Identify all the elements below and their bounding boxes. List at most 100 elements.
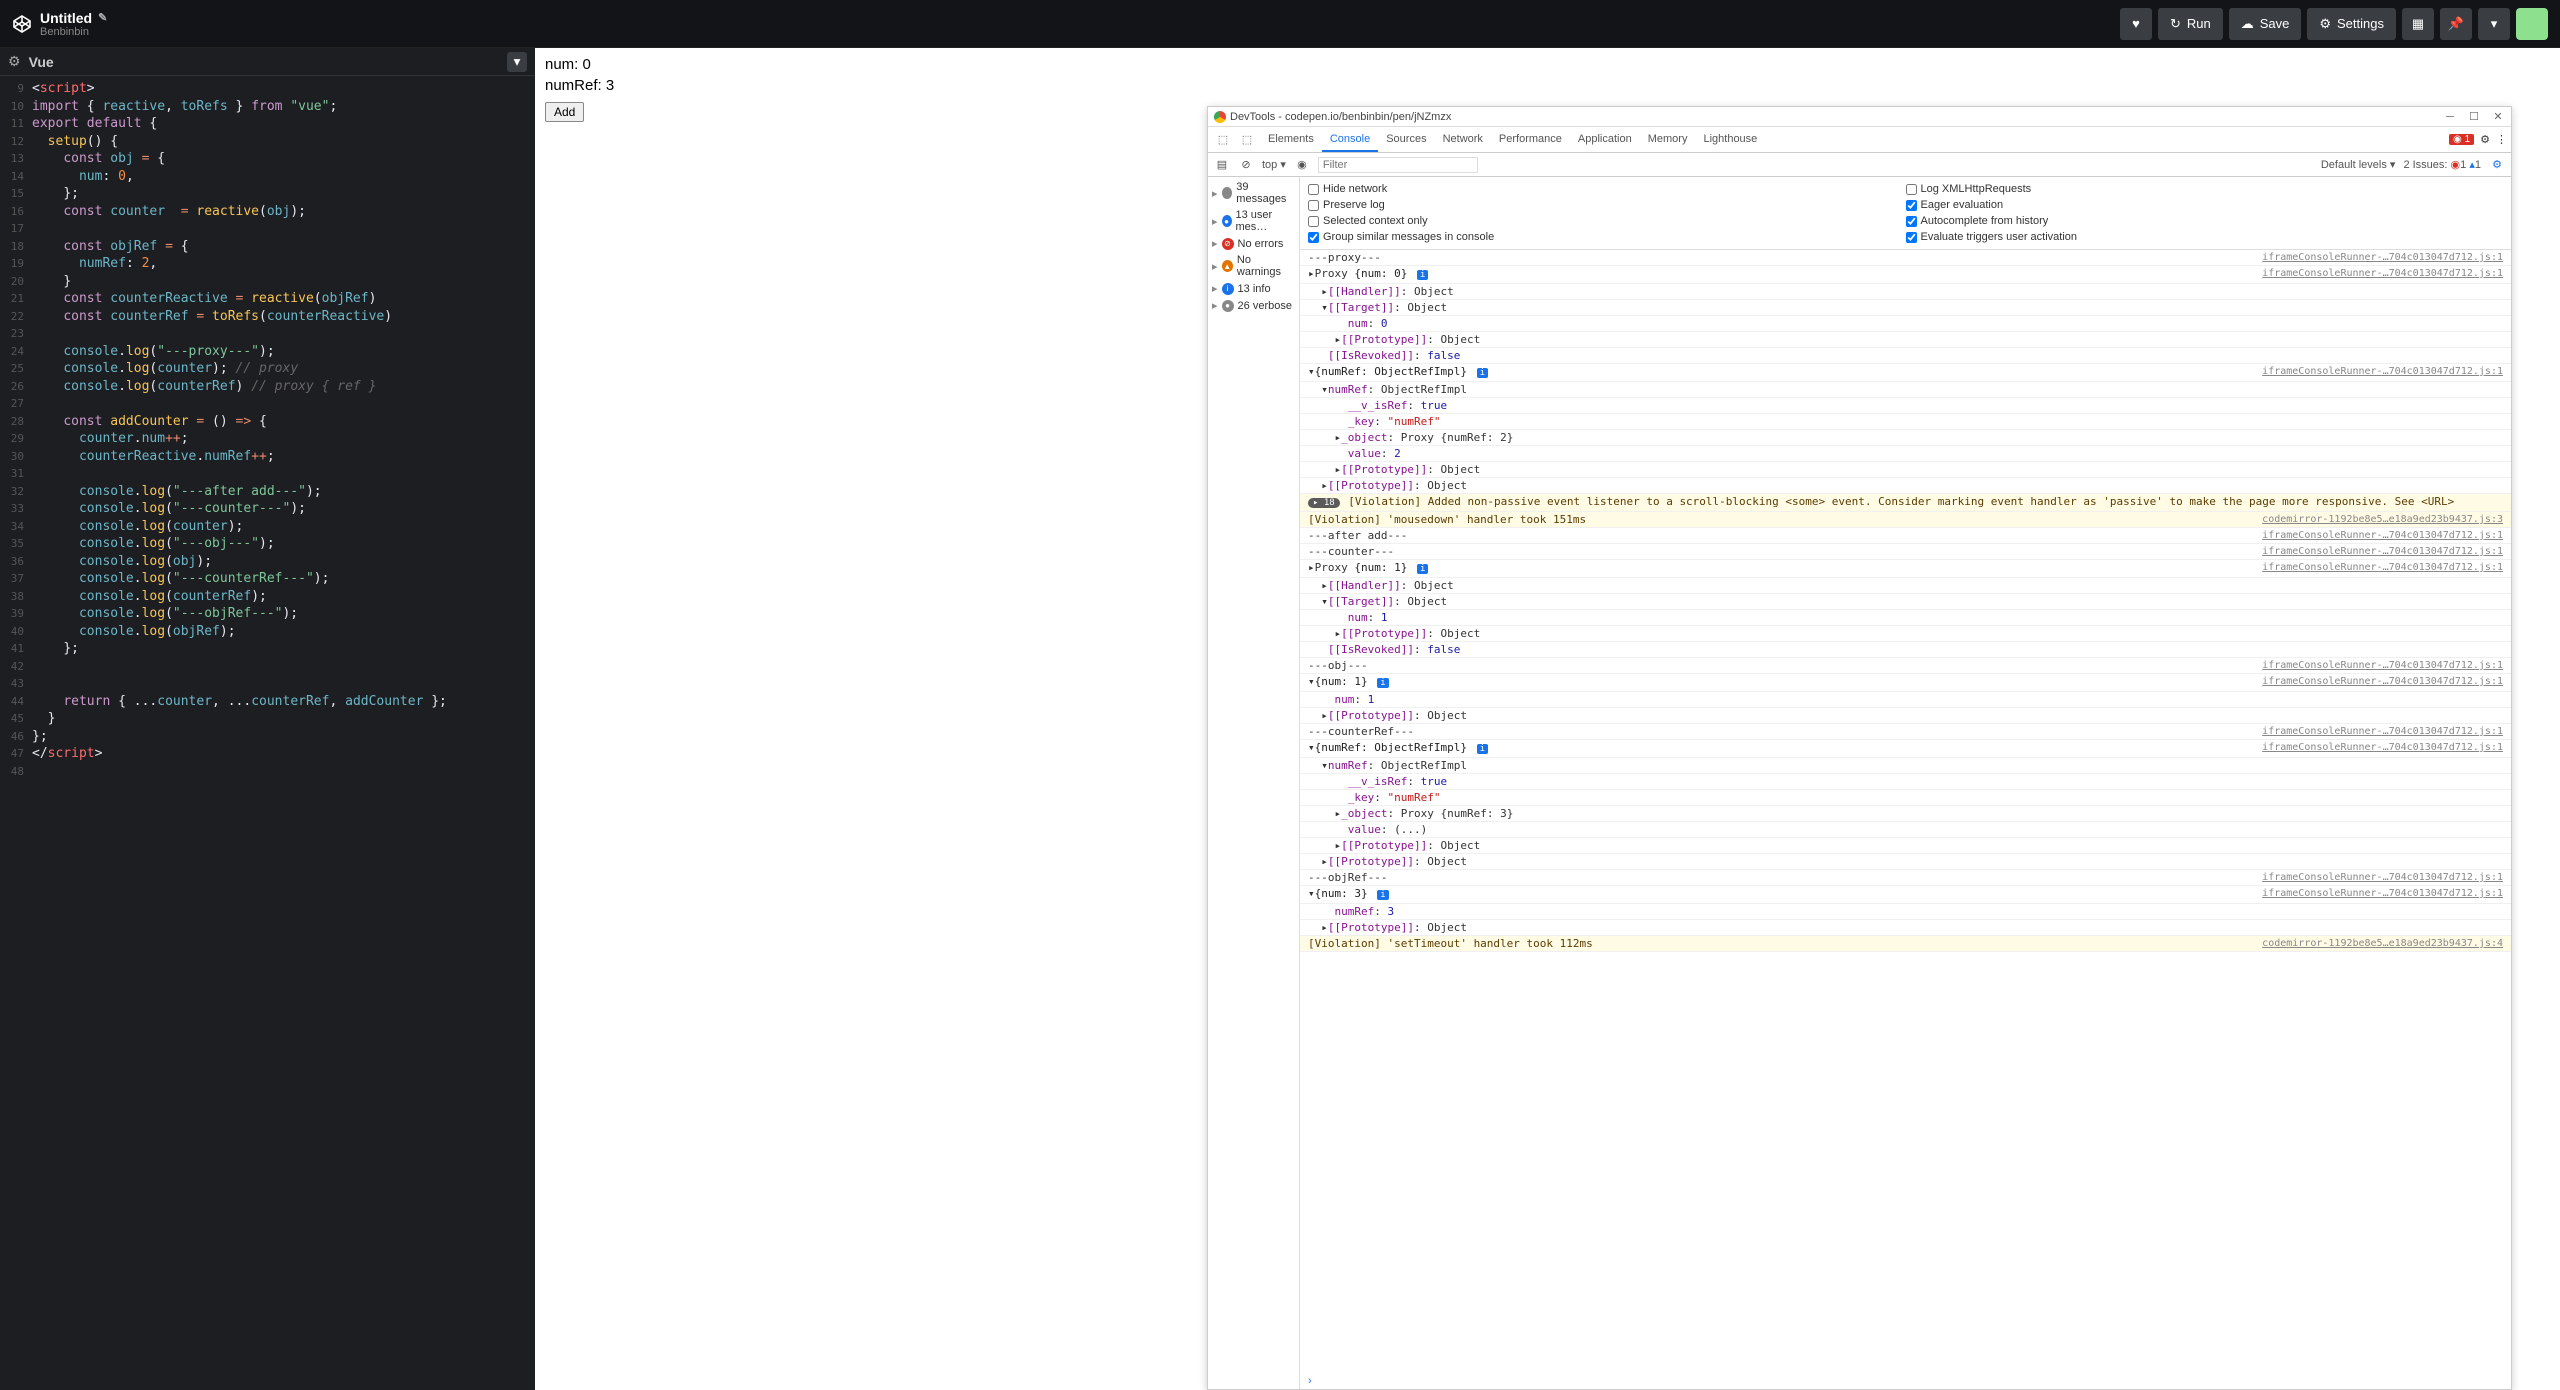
console-option[interactable]: Autocomplete from history [1906, 213, 2504, 229]
code-line[interactable]: 22 const counterRef = toRefs(counterReac… [0, 308, 535, 326]
code-line[interactable]: 19 numRef: 2, [0, 255, 535, 273]
code-line[interactable]: 11export default { [0, 115, 535, 133]
error-badge[interactable]: ◉ 1 [2449, 134, 2474, 145]
code-line[interactable]: 30 counterReactive.numRef++; [0, 448, 535, 466]
devtools-more-icon[interactable]: ⋮ [2496, 133, 2507, 146]
console-prompt[interactable]: › [1300, 1373, 2511, 1389]
log-line[interactable]: ▸[[Prototype]]: Object [1300, 920, 2511, 936]
log-line[interactable]: [Violation] 'setTimeout' handler took 11… [1300, 936, 2511, 952]
code-line[interactable]: 18 const objRef = { [0, 238, 535, 256]
log-line[interactable]: [[IsRevoked]]: false [1300, 348, 2511, 364]
code-line[interactable]: 21 const counterReactive = reactive(objR… [0, 290, 535, 308]
log-line[interactable]: ---after add---iframeConsoleRunner-…704c… [1300, 528, 2511, 544]
code-line[interactable]: 43 [0, 675, 535, 693]
log-line[interactable]: ---proxy---iframeConsoleRunner-…704c0130… [1300, 250, 2511, 266]
code-line[interactable]: 34 console.log(counter); [0, 518, 535, 536]
code-line[interactable]: 29 counter.num++; [0, 430, 535, 448]
avatar[interactable] [2516, 8, 2548, 40]
sidebar-filter[interactable]: ▸i13 info [1208, 280, 1299, 297]
log-line[interactable]: ---obj---iframeConsoleRunner-…704c013047… [1300, 658, 2511, 674]
log-line[interactable]: ---counterRef---iframeConsoleRunner-…704… [1300, 724, 2511, 740]
code-line[interactable]: 44 return { ...counter, ...counterRef, a… [0, 693, 535, 711]
tab-memory[interactable]: Memory [1640, 128, 1696, 152]
code-line[interactable]: 40 console.log(objRef); [0, 623, 535, 641]
log-line[interactable]: ▾{numRef: ObjectRefImpl} iiframeConsoleR… [1300, 364, 2511, 382]
log-line[interactable]: ▸[[Prototype]]: Object [1300, 838, 2511, 854]
context-selector[interactable]: top ▾ [1262, 158, 1286, 171]
log-line[interactable]: num: 1 [1300, 692, 2511, 708]
log-line[interactable]: ▸_object: Proxy {numRef: 3} [1300, 806, 2511, 822]
settings-button[interactable]: ⚙Settings [2307, 8, 2396, 40]
log-line[interactable]: ▾numRef: ObjectRefImpl [1300, 758, 2511, 774]
log-line[interactable]: [[IsRevoked]]: false [1300, 642, 2511, 658]
eye-icon[interactable]: ◉ [1294, 158, 1310, 171]
log-line[interactable]: ▾[[Target]]: Object [1300, 300, 2511, 316]
code-line[interactable]: 41 }; [0, 640, 535, 658]
log-line[interactable]: ▸[[Handler]]: Object [1300, 578, 2511, 594]
code-line[interactable]: 23 [0, 325, 535, 343]
log-line[interactable]: ▾numRef: ObjectRefImpl [1300, 382, 2511, 398]
console-log[interactable]: ---proxy---iframeConsoleRunner-…704c0130… [1300, 250, 2511, 1373]
save-button[interactable]: ☁Save [2229, 8, 2302, 40]
filter-input[interactable] [1318, 157, 1478, 173]
code-line[interactable]: 48 [0, 763, 535, 781]
layout-button[interactable]: ▦ [2402, 8, 2434, 40]
log-line[interactable]: _key: "numRef" [1300, 790, 2511, 806]
log-line[interactable]: ▾{num: 1} iiframeConsoleRunner-…704c0130… [1300, 674, 2511, 692]
code-line[interactable]: 17 [0, 220, 535, 238]
code-line[interactable]: 16 const counter = reactive(obj); [0, 203, 535, 221]
log-line[interactable]: __v_isRef: true [1300, 398, 2511, 414]
devtools-gear-icon[interactable]: ⚙ [2480, 133, 2490, 146]
console-option[interactable]: Log XMLHttpRequests [1906, 181, 2504, 197]
log-line[interactable]: ▸ 18 [Violation] Added non-passive event… [1300, 494, 2511, 512]
console-option[interactable]: Selected context only [1308, 213, 1906, 229]
log-line[interactable]: ▾[[Target]]: Object [1300, 594, 2511, 610]
code-line[interactable]: 15 }; [0, 185, 535, 203]
edit-icon[interactable]: ✎ [98, 11, 107, 24]
code-line[interactable]: 38 console.log(counterRef); [0, 588, 535, 606]
log-line[interactable]: numRef: 3 [1300, 904, 2511, 920]
sidebar-filter[interactable]: ▸⊘No errors [1208, 235, 1299, 252]
sidebar-filter[interactable]: ▸●26 verbose [1208, 297, 1299, 314]
code-line[interactable]: 35 console.log("---obj---"); [0, 535, 535, 553]
code-line[interactable]: 10import { reactive, toRefs } from "vue"… [0, 98, 535, 116]
log-line[interactable]: ▸[[Prototype]]: Object [1300, 462, 2511, 478]
sidebar-toggle-icon[interactable]: ▤ [1214, 158, 1230, 171]
log-line[interactable]: ---counter---iframeConsoleRunner-…704c01… [1300, 544, 2511, 560]
console-settings-icon[interactable]: ⚙ [2489, 158, 2505, 171]
console-option[interactable]: Preserve log [1308, 197, 1906, 213]
console-option[interactable]: Hide network [1308, 181, 1906, 197]
code-line[interactable]: 45 } [0, 710, 535, 728]
clear-console-icon[interactable]: ⊘ [1238, 158, 1254, 171]
run-button[interactable]: ↻Run [2158, 8, 2223, 40]
sidebar-filter[interactable]: ▸▲No warnings [1208, 252, 1299, 280]
log-line[interactable]: ▸[[Prototype]]: Object [1300, 332, 2511, 348]
tab-network[interactable]: Network [1435, 128, 1491, 152]
code-line[interactable]: 28 const addCounter = () => { [0, 413, 535, 431]
tab-sources[interactable]: Sources [1378, 128, 1434, 152]
code-line[interactable]: 12 setup() { [0, 133, 535, 151]
log-line[interactable]: num: 1 [1300, 610, 2511, 626]
code-line[interactable]: 31 [0, 465, 535, 483]
pen-title[interactable]: Untitled✎ [40, 10, 2120, 26]
log-line[interactable]: ▸[[Prototype]]: Object [1300, 854, 2511, 870]
issues-label[interactable]: 2 Issues: ◉1 ▴1 [2403, 158, 2481, 171]
tab-application[interactable]: Application [1570, 128, 1640, 152]
code-line[interactable]: 42 [0, 658, 535, 676]
levels-selector[interactable]: Default levels ▾ [2321, 158, 2396, 171]
minimize-icon[interactable]: ─ [2443, 110, 2457, 124]
code-line[interactable]: 33 console.log("---counter---"); [0, 500, 535, 518]
code-line[interactable]: 37 console.log("---counterRef---"); [0, 570, 535, 588]
log-line[interactable]: ▸Proxy {num: 1} iiframeConsoleRunner-…70… [1300, 560, 2511, 578]
close-icon[interactable]: ✕ [2491, 110, 2505, 124]
sidebar-filter[interactable]: ▸39 messages [1208, 179, 1299, 207]
code-editor[interactable]: 9<script>10import { reactive, toRefs } f… [0, 76, 535, 1390]
code-line[interactable]: 9<script> [0, 80, 535, 98]
chevron-down-button[interactable]: ▾ [2478, 8, 2510, 40]
panel-dropdown[interactable]: ▾ [507, 52, 527, 72]
heart-button[interactable]: ♥ [2120, 8, 2152, 40]
tab-lighthouse[interactable]: Lighthouse [1695, 128, 1765, 152]
log-line[interactable]: value: (...) [1300, 822, 2511, 838]
sidebar-filter[interactable]: ▸●13 user mes… [1208, 207, 1299, 235]
log-line[interactable]: ---objRef---iframeConsoleRunner-…704c013… [1300, 870, 2511, 886]
